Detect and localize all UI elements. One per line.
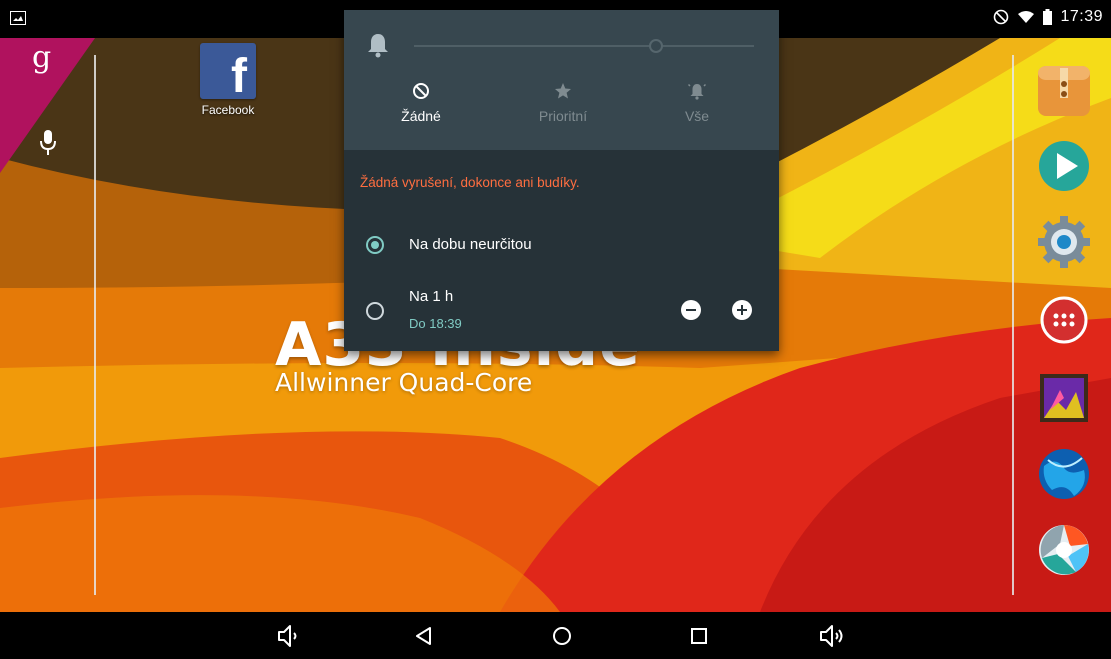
bell-icon[interactable] (366, 32, 390, 58)
app-facebook[interactable]: f Facebook (196, 43, 260, 117)
wifi-icon (1018, 11, 1035, 23)
interruptions-panel: Žádné Prioritní Vše Žádná vyrušení, doko… (344, 10, 779, 351)
back-icon[interactable] (410, 622, 438, 650)
mode-description: Žádná vyrušení, dokonce ani budíky. (360, 175, 580, 190)
battery-icon (1043, 9, 1053, 25)
option-one-hour[interactable]: Na 1 h Do 18:39 (344, 282, 779, 342)
mode-tab-none[interactable]: Žádné (366, 82, 476, 124)
app-label: Facebook (201, 103, 255, 117)
volume-slider[interactable] (414, 45, 754, 47)
option-label: Na 1 h (409, 288, 454, 305)
mode-tab-label: Prioritní (538, 108, 588, 124)
all-apps-icon[interactable] (1036, 292, 1092, 348)
archive-app-icon[interactable] (1036, 62, 1092, 118)
volume-slider-thumb[interactable] (649, 39, 663, 53)
mic-icon[interactable] (38, 129, 58, 157)
star-icon (555, 83, 571, 99)
increase-duration-button[interactable] (732, 300, 752, 320)
recents-icon[interactable] (685, 622, 713, 650)
no-interruptions-icon (413, 83, 429, 99)
bell-ring-icon (688, 83, 706, 100)
decrease-duration-button[interactable] (681, 300, 701, 320)
volume-up-icon[interactable] (818, 622, 846, 650)
mode-tab-label: Žádné (401, 108, 441, 124)
wallpaper-subtitle: Allwinner Quad-Core (275, 368, 533, 397)
mode-tab-priority[interactable]: Prioritní (508, 82, 618, 124)
mode-tab-label: Vše (684, 108, 710, 124)
google-search-icon[interactable]: g (32, 40, 51, 75)
option-label: Na dobu neurčitou (409, 236, 532, 253)
settings-icon[interactable] (1036, 214, 1092, 270)
navigation-bar (0, 612, 1111, 659)
facebook-icon: f (200, 43, 256, 101)
volume-header: Žádné Prioritní Vše (344, 10, 779, 150)
radio-button-selected[interactable] (366, 236, 384, 254)
android-screen: g f Facebook A33 Inside Allwinner Quad-C… (0, 0, 1111, 659)
mode-tab-all[interactable]: Vše (642, 82, 752, 124)
dnd-icon (994, 9, 1009, 25)
camera-icon[interactable] (1036, 522, 1092, 578)
radio-button[interactable] (366, 302, 384, 320)
option-until-time: Do 18:39 (409, 316, 462, 331)
volume-down-icon[interactable] (275, 622, 303, 650)
clock: 17:39 (1060, 8, 1103, 25)
browser-icon[interactable] (1036, 446, 1092, 502)
option-indefinitely[interactable]: Na dobu neurčitou (344, 230, 779, 280)
interruption-mode-tabs: Žádné Prioritní Vše (344, 82, 779, 142)
workspace-divider-left (94, 55, 96, 595)
screenshot-icon (10, 11, 26, 25)
gallery-icon[interactable] (1036, 370, 1092, 426)
home-icon[interactable] (548, 622, 576, 650)
workspace-divider-right (1012, 55, 1014, 595)
play-store-icon[interactable] (1036, 138, 1092, 194)
